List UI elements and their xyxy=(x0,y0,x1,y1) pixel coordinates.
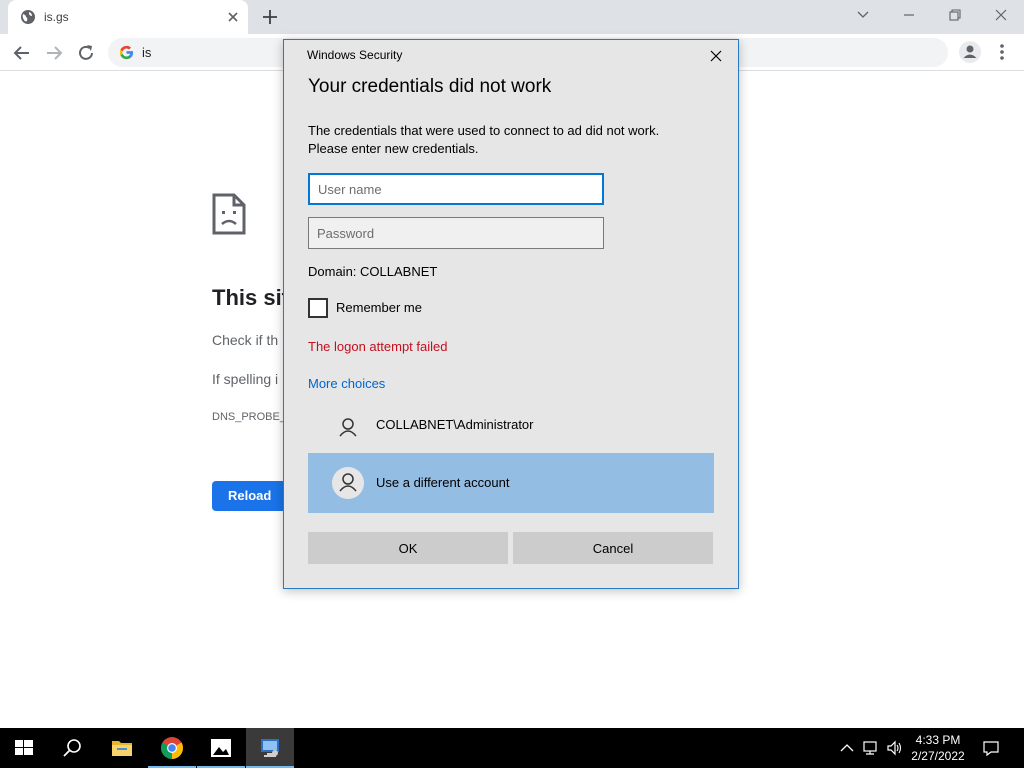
dialog-title: Your credentials did not work xyxy=(308,76,552,97)
remember-me-label: Remember me xyxy=(336,300,422,315)
more-choices-link[interactable]: More choices xyxy=(308,376,385,391)
sad-page-icon xyxy=(212,193,246,235)
tab-title: is.gs xyxy=(44,10,69,24)
windows-security-dialog: Windows Security Your credentials did no… xyxy=(283,39,739,589)
logon-error-message: The logon attempt failed xyxy=(308,339,448,354)
globe-icon xyxy=(21,10,35,24)
photos-button[interactable] xyxy=(197,728,245,768)
close-window-icon[interactable] xyxy=(988,4,1014,26)
network-icon[interactable] xyxy=(862,739,880,757)
profile-avatar-icon[interactable] xyxy=(958,40,982,64)
forward-arrow-icon[interactable] xyxy=(42,41,66,65)
restore-icon[interactable] xyxy=(942,4,968,26)
chrome-icon xyxy=(161,737,183,759)
start-button[interactable] xyxy=(0,728,48,768)
minimize-icon[interactable] xyxy=(896,4,922,26)
dialog-message-line-2: Please enter new credentials. xyxy=(308,141,479,156)
user-icon xyxy=(332,467,364,499)
clock-date: 2/27/2022 xyxy=(911,749,965,763)
user-icon xyxy=(339,418,357,437)
browser-tab[interactable]: is.gs xyxy=(8,0,248,34)
cancel-button[interactable]: Cancel xyxy=(513,532,713,564)
error-heading: This sit xyxy=(212,285,290,310)
taskbar: 4:33 PM 2/27/2022 xyxy=(0,728,1024,768)
back-arrow-icon[interactable] xyxy=(10,41,34,65)
new-tab-icon[interactable] xyxy=(260,7,280,27)
file-explorer-button[interactable] xyxy=(98,728,146,768)
photos-icon xyxy=(211,739,231,757)
dialog-message: The credentials that were used to connec… xyxy=(308,122,708,158)
clock-time: 4:33 PM xyxy=(915,733,961,747)
dialog-caption: Windows Security xyxy=(307,48,403,62)
ok-button[interactable]: OK xyxy=(308,532,508,564)
dialog-close-icon[interactable] xyxy=(704,46,728,66)
username-field[interactable]: User name xyxy=(308,173,604,205)
account-label: COLLABNET\Administrator xyxy=(376,417,534,432)
reload-icon[interactable] xyxy=(74,41,98,65)
address-text: is xyxy=(142,45,152,60)
search-button[interactable] xyxy=(48,728,96,768)
account-option-different[interactable]: Use a different account xyxy=(308,453,714,513)
remote-desktop-button[interactable] xyxy=(246,728,294,768)
chrome-button[interactable] xyxy=(148,728,196,768)
remember-me-checkbox[interactable] xyxy=(308,298,328,318)
account-label: Use a different account xyxy=(376,475,510,490)
domain-label: Domain: COLLABNET xyxy=(308,264,438,279)
kebab-menu-icon[interactable] xyxy=(992,40,1012,64)
close-tab-icon[interactable] xyxy=(224,8,242,26)
tab-search-chevron-icon[interactable] xyxy=(850,4,876,26)
remote-desktop-icon xyxy=(261,739,279,757)
tab-strip: is.gs xyxy=(0,0,1024,34)
chevron-up-icon[interactable] xyxy=(838,739,856,757)
search-icon xyxy=(63,739,81,757)
error-code: DNS_PROBE_ xyxy=(212,411,286,423)
folder-icon xyxy=(112,741,132,756)
account-option-administrator[interactable]: COLLABNET\Administrator xyxy=(308,396,714,452)
error-suggestion-1: Check if th xyxy=(212,332,279,348)
error-suggestion-2: If spelling i xyxy=(212,371,279,387)
volume-icon[interactable] xyxy=(886,739,904,757)
notification-icon[interactable] xyxy=(982,739,1000,757)
google-g-icon xyxy=(119,45,134,60)
windows-logo-icon xyxy=(15,740,33,755)
clock[interactable]: 4:33 PM 2/27/2022 xyxy=(906,732,970,764)
password-field[interactable]: Password xyxy=(308,217,604,249)
dialog-message-line-1: The credentials that were used to connec… xyxy=(308,123,660,138)
